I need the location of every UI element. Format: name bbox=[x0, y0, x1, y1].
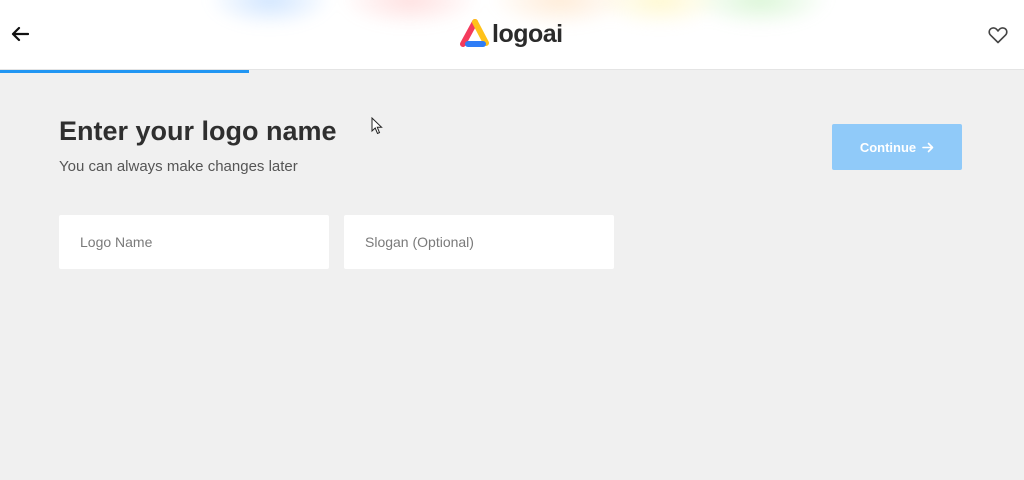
top-header: logoai bbox=[0, 0, 1024, 70]
logo-name-input[interactable] bbox=[59, 215, 329, 269]
slogan-input[interactable] bbox=[344, 215, 614, 269]
arrow-left-icon bbox=[11, 26, 29, 42]
favorite-button[interactable] bbox=[987, 24, 1009, 46]
continue-button-label: Continue bbox=[859, 139, 917, 155]
page-title: Enter your logo name bbox=[59, 116, 337, 146]
back-button[interactable] bbox=[8, 22, 32, 46]
mouse-pointer-icon bbox=[371, 117, 383, 135]
heart-outline-icon bbox=[988, 27, 1008, 44]
step-progress-fill bbox=[0, 70, 249, 73]
brand-name: logoai bbox=[492, 20, 563, 48]
page-subtitle: You can always make changes later bbox=[59, 158, 298, 175]
arrow-right-icon bbox=[922, 142, 934, 152]
continue-button[interactable]: Continue bbox=[832, 124, 962, 170]
brand-logo[interactable]: logoai bbox=[459, 18, 563, 50]
step-progress-bar bbox=[0, 70, 1024, 73]
logoai-mark-icon bbox=[460, 19, 489, 47]
